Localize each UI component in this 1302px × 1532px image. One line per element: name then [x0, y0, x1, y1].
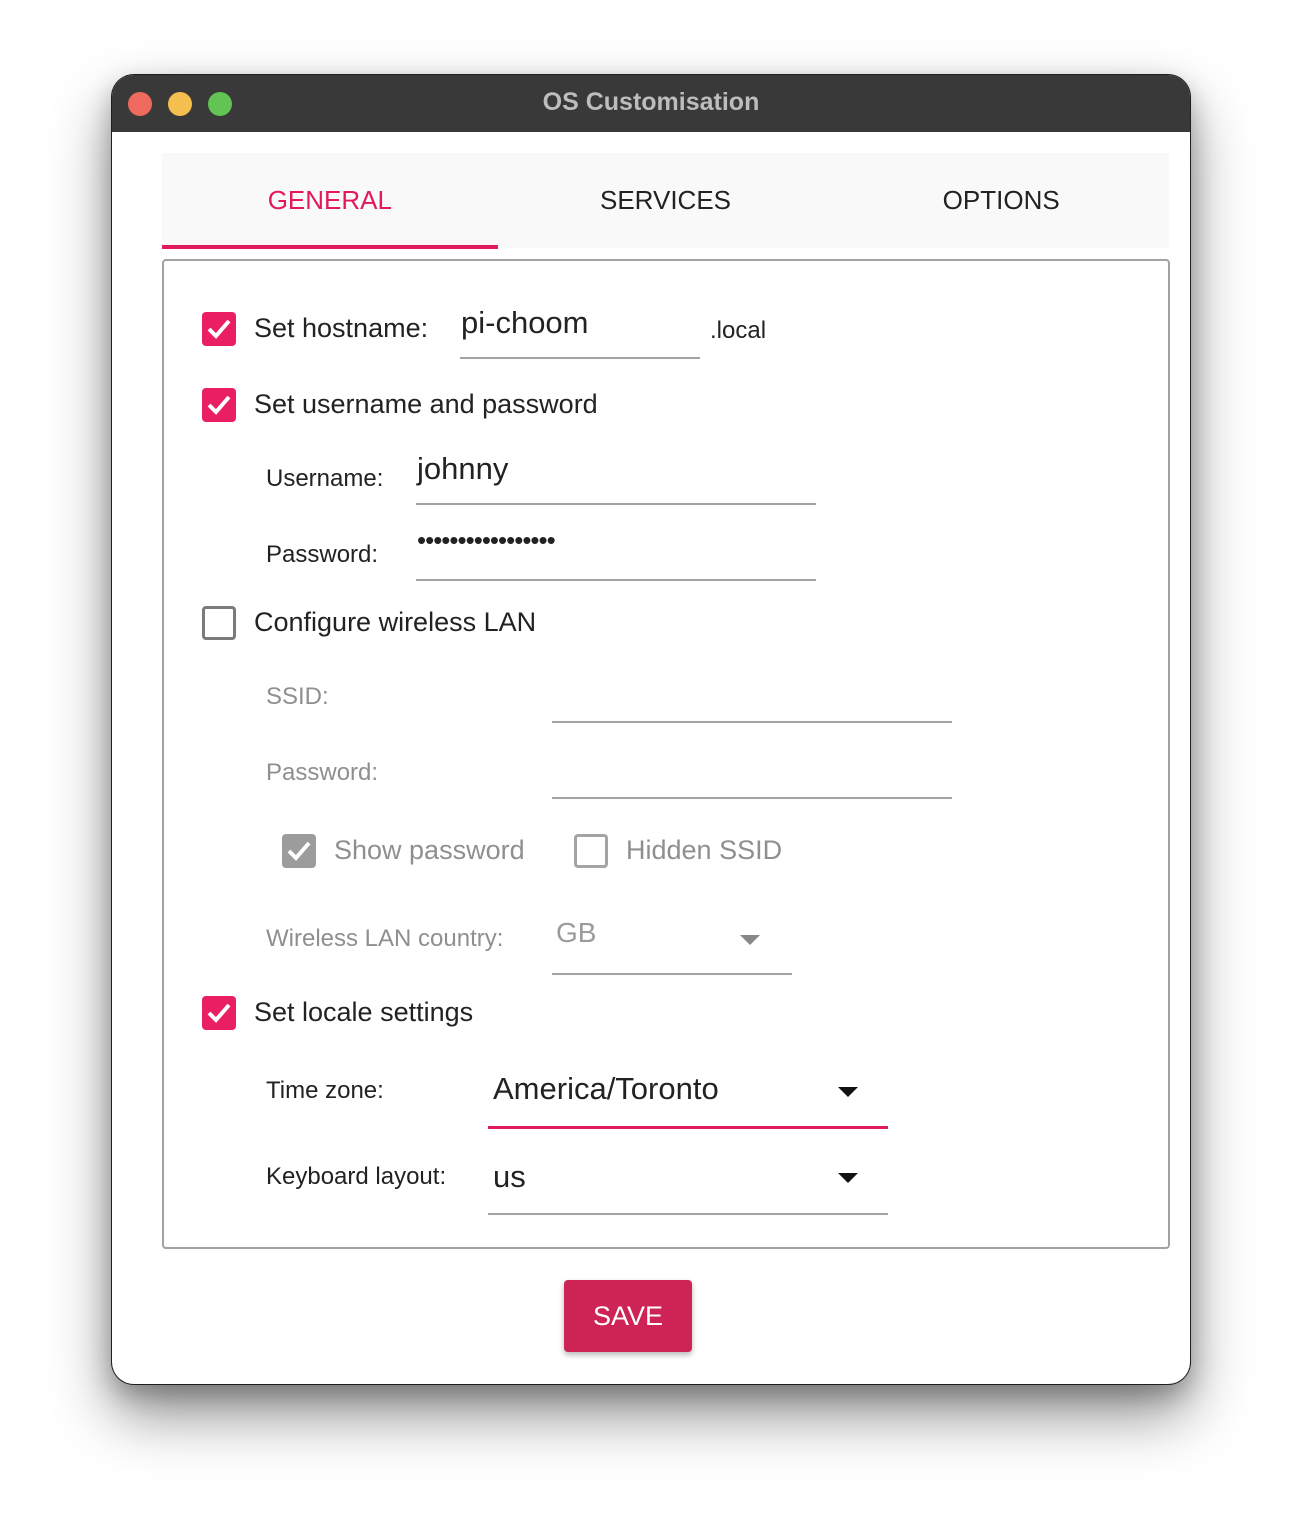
tab-services[interactable]: SERVICES: [498, 153, 834, 248]
configure-wireless-lan-checkbox[interactable]: [202, 606, 236, 640]
show-password-label: Show password: [334, 835, 525, 865]
checkmark-icon: [287, 841, 311, 861]
password-label: Password:: [266, 541, 379, 568]
wireless-country-value: GB: [556, 917, 597, 948]
checkmark-icon: [207, 395, 231, 415]
username-label: Username:: [266, 465, 384, 492]
tab-options[interactable]: OPTIONS: [833, 153, 1169, 248]
set-username-password-checkbox[interactable]: [202, 388, 236, 422]
timezone-select[interactable]: America/Toronto: [488, 1057, 888, 1129]
checkmark-icon: [207, 1003, 231, 1023]
hostname-suffix: .local: [710, 317, 767, 344]
hostname-value: pi-choom: [461, 305, 589, 340]
hidden-ssid-checkbox[interactable]: [574, 834, 608, 868]
timezone-label: Time zone:: [266, 1077, 384, 1104]
password-input[interactable]: •••••••••••••••••: [416, 525, 816, 581]
ssid-label: SSID:: [266, 683, 329, 710]
username-input[interactable]: johnny: [416, 451, 816, 505]
set-hostname-label: Set hostname:: [254, 313, 429, 343]
hidden-ssid-label: Hidden SSID: [626, 835, 783, 865]
dropdown-caret-icon: [838, 1087, 858, 1097]
save-button[interactable]: SAVE: [564, 1280, 692, 1352]
set-locale-label: Set locale settings: [254, 997, 474, 1027]
tab-bar: GENERAL SERVICES OPTIONS: [162, 153, 1169, 249]
configure-wireless-lan-label: Configure wireless LAN: [254, 607, 537, 637]
keyboard-layout-label: Keyboard layout:: [266, 1163, 447, 1190]
password-value: •••••••••••••••••: [417, 525, 556, 555]
wifi-password-label: Password:: [266, 759, 379, 786]
title-bar: OS Customisation: [112, 75, 1190, 132]
set-hostname-checkbox[interactable]: [202, 312, 236, 346]
ssid-input[interactable]: [552, 669, 952, 723]
set-locale-checkbox[interactable]: [202, 996, 236, 1030]
checkmark-icon: [207, 319, 231, 339]
general-settings-panel: Set hostname: pi-choom .local Set userna…: [162, 259, 1170, 1249]
timezone-value: America/Toronto: [493, 1071, 719, 1106]
wifi-password-input[interactable]: [552, 745, 952, 799]
dropdown-caret-icon: [740, 935, 760, 945]
wireless-country-label: Wireless LAN country:: [266, 925, 504, 952]
show-password-checkbox[interactable]: [282, 834, 316, 868]
keyboard-layout-select[interactable]: us: [488, 1143, 888, 1215]
tab-general[interactable]: GENERAL: [162, 153, 498, 249]
keyboard-layout-value: us: [493, 1159, 526, 1194]
username-value: johnny: [417, 451, 509, 486]
hostname-input[interactable]: pi-choom: [460, 305, 700, 359]
os-customisation-window: OS Customisation GENERAL SERVICES OPTION…: [112, 75, 1190, 1384]
wireless-country-select[interactable]: GB: [552, 911, 792, 975]
window-title: OS Customisation: [542, 88, 760, 116]
set-username-password-label: Set username and password: [254, 389, 598, 419]
dropdown-caret-icon: [838, 1173, 858, 1183]
